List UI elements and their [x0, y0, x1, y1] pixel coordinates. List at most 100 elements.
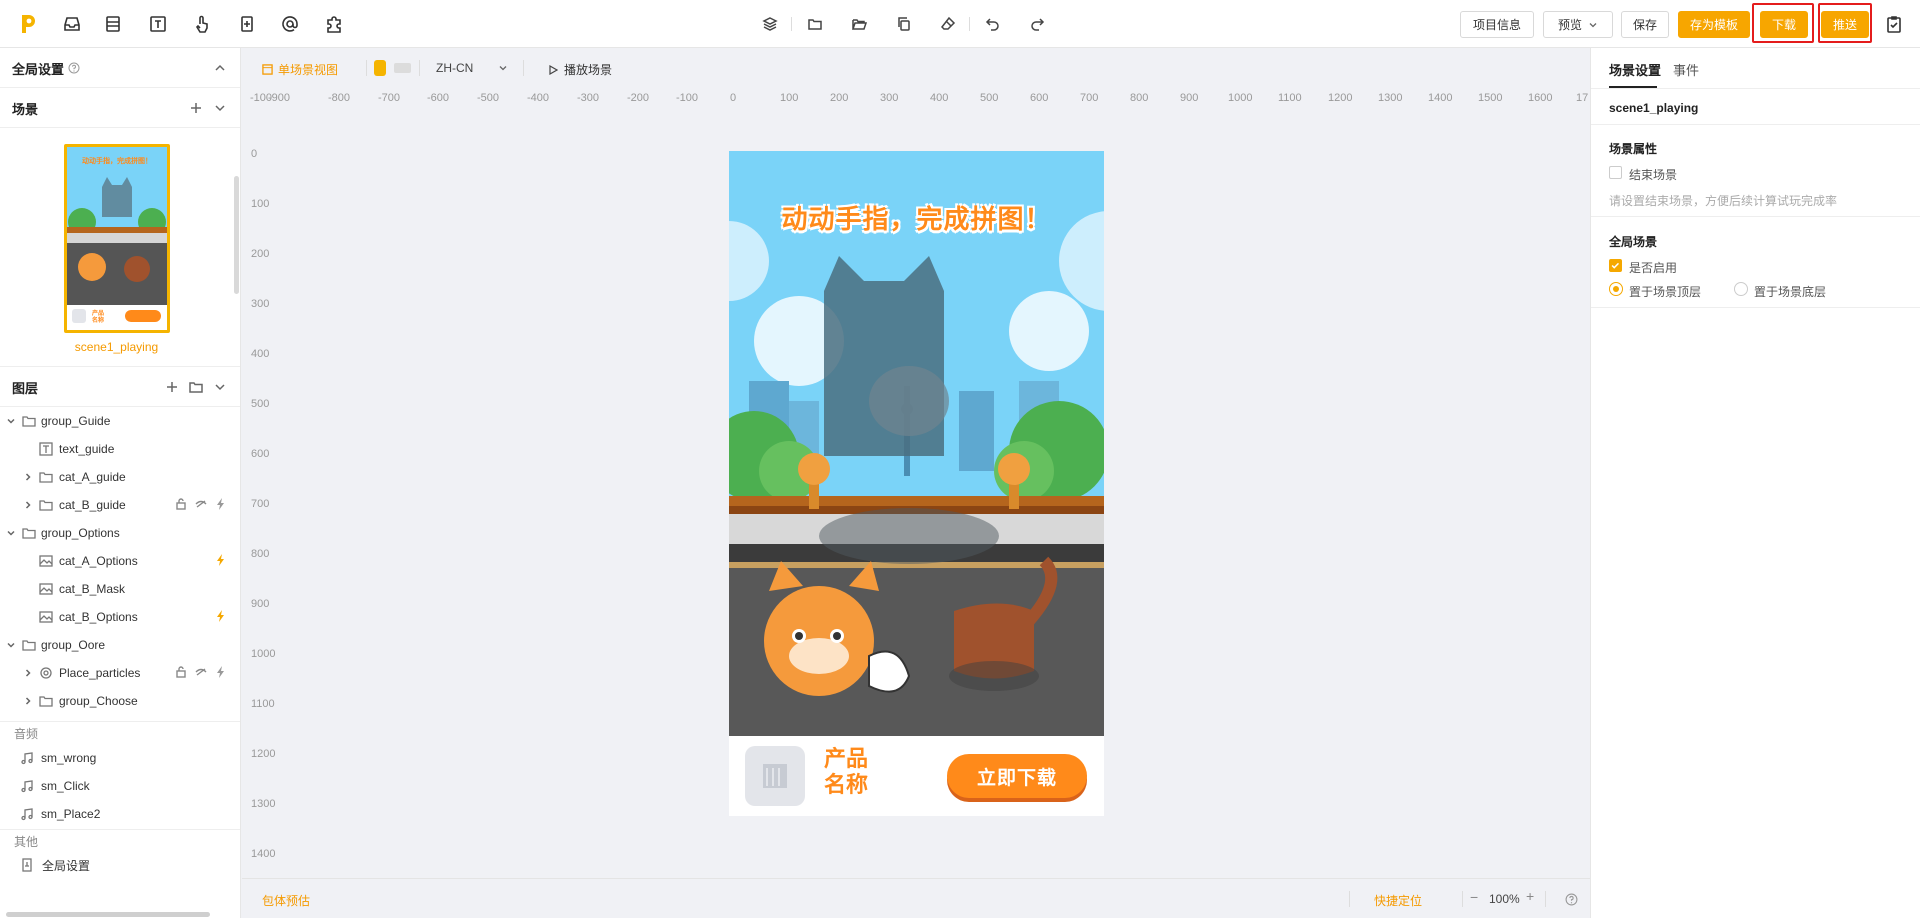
plugin-icon[interactable]: [322, 12, 346, 36]
image-icon: [39, 554, 53, 568]
play-scene-button[interactable]: 播放场景: [548, 61, 612, 78]
scrollbar[interactable]: [234, 176, 239, 294]
chevron-down-icon[interactable]: [6, 640, 16, 650]
top-layer-radio[interactable]: [1609, 282, 1623, 296]
theme-swatch-orange[interactable]: [374, 60, 386, 76]
tab-scene-settings[interactable]: 场景设置: [1609, 60, 1661, 79]
bolt-icon[interactable]: [215, 610, 227, 622]
ruler-tick-label: 900: [251, 598, 270, 610]
text-icon[interactable]: [146, 12, 170, 36]
download-button[interactable]: 下载: [1760, 11, 1808, 38]
undo-icon[interactable]: [981, 12, 1005, 36]
horizontal-scrollbar[interactable]: [6, 912, 210, 917]
lock-icon[interactable]: [175, 498, 187, 510]
bolt-icon[interactable]: [215, 666, 227, 678]
layer-row[interactable]: cat_B_guide: [0, 491, 240, 519]
help-icon[interactable]: [68, 62, 80, 74]
inbox-icon[interactable]: [60, 12, 84, 36]
bottom-layer-radio[interactable]: [1734, 282, 1748, 296]
at-icon[interactable]: [278, 12, 302, 36]
scene-thumbnail[interactable]: 动动手指，完成拼图！ 产品 名称: [64, 144, 170, 333]
ruler-tick-label: 1100: [251, 698, 275, 710]
copy-icon[interactable]: [892, 12, 916, 36]
product-icon: [745, 746, 805, 806]
chevron-down-icon[interactable]: [213, 380, 227, 394]
layout-icon[interactable]: [101, 12, 125, 36]
other-row[interactable]: 全局设置: [0, 851, 240, 879]
chevron-right-icon[interactable]: [23, 472, 33, 482]
theme-swatch-gray[interactable]: [394, 63, 411, 73]
chevron-right-icon[interactable]: [23, 696, 33, 706]
layer-row[interactable]: cat_B_Options: [0, 603, 240, 631]
svg-text:产品: 产品: [92, 309, 104, 317]
global-settings-title: 全局设置: [12, 61, 65, 77]
ruler-tick-label: 800: [1130, 92, 1149, 104]
image-icon: [39, 582, 53, 596]
layer-row[interactable]: group_Guide: [0, 407, 240, 435]
end-scene-hint: 请设置结束场景，方便后续计算试玩完成率: [1609, 194, 1838, 208]
ruler-tick-label: 700: [251, 498, 270, 510]
layer-row[interactable]: text_guide: [0, 435, 240, 463]
layer-row[interactable]: group_Oore: [0, 631, 240, 659]
ruler-tick-label: 400: [930, 92, 949, 104]
bolt-icon[interactable]: [215, 554, 227, 566]
zoom-in-button[interactable]: +: [1526, 888, 1534, 904]
chevron-down-icon[interactable]: [213, 101, 227, 115]
install-button[interactable]: 立即下载: [947, 754, 1087, 798]
layers-icon[interactable]: [758, 12, 782, 36]
divider: [969, 17, 970, 31]
layer-row[interactable]: group_Choose: [0, 687, 240, 715]
layer-row[interactable]: cat_A_guide: [0, 463, 240, 491]
add-layer-icon[interactable]: [165, 380, 179, 394]
save-template-button[interactable]: 存为模板: [1678, 11, 1750, 38]
file-add-icon[interactable]: [235, 12, 259, 36]
preview-dropdown[interactable]: 预览: [1543, 11, 1613, 38]
folder-icon[interactable]: [803, 12, 827, 36]
layer-row[interactable]: cat_A_Options: [0, 547, 240, 575]
eye-hidden-icon[interactable]: [195, 498, 207, 510]
bolt-icon[interactable]: [215, 498, 227, 510]
chevron-down-icon[interactable]: [6, 416, 16, 426]
layer-label: group_Guide: [41, 414, 111, 428]
chevron-right-icon[interactable]: [23, 500, 33, 510]
folder-add-icon[interactable]: [189, 380, 203, 394]
project-info-button[interactable]: 项目信息: [1460, 11, 1534, 38]
global-settings-header[interactable]: 全局设置: [0, 48, 240, 88]
audio-row[interactable]: sm_Place2: [0, 800, 240, 828]
enabled-checkbox[interactable]: [1609, 259, 1622, 272]
redo-icon[interactable]: [1025, 12, 1049, 36]
eraser-icon[interactable]: [936, 12, 960, 36]
chevron-up-icon[interactable]: [213, 61, 227, 75]
layer-row[interactable]: cat_B_Mask: [0, 575, 240, 603]
scene-canvas[interactable]: 动动手指，完成拼图！ 产品名称 立即下载: [729, 151, 1104, 816]
ruler-tick-label: -500: [477, 92, 500, 104]
package-estimate-link[interactable]: 包体预估: [262, 892, 310, 909]
lock-icon[interactable]: [175, 666, 187, 678]
single-view-button[interactable]: 单场景视图: [262, 61, 338, 78]
scene-name-label[interactable]: scene1_playing: [0, 340, 233, 354]
language-select[interactable]: ZH-CN: [436, 61, 516, 75]
ruler-tick-label: 1200: [1328, 92, 1353, 104]
clipboard-check-icon[interactable]: [1882, 12, 1906, 36]
audio-row[interactable]: sm_Click: [0, 772, 240, 800]
quick-locate-link[interactable]: 快捷定位: [1374, 892, 1422, 909]
chevron-down-icon[interactable]: [6, 528, 16, 538]
tab-events[interactable]: 事件: [1673, 60, 1699, 79]
chevron-right-icon[interactable]: [23, 668, 33, 678]
scenes-header: 场景: [0, 88, 240, 128]
layer-row[interactable]: Place_particles: [0, 659, 240, 687]
layer-row[interactable]: group_Options: [0, 519, 240, 547]
help-icon[interactable]: [1565, 893, 1578, 906]
ruler-tick-label: 200: [830, 92, 849, 104]
end-scene-checkbox[interactable]: [1609, 166, 1622, 179]
folder-open-icon[interactable]: [847, 12, 871, 36]
eye-hidden-icon[interactable]: [195, 666, 207, 678]
push-button[interactable]: 推送: [1821, 11, 1869, 38]
touch-icon[interactable]: [190, 12, 214, 36]
audio-row[interactable]: sm_wrong: [0, 744, 240, 772]
chevron-down-icon: [1589, 22, 1597, 27]
save-button[interactable]: 保存: [1621, 11, 1669, 38]
divider: [0, 829, 240, 830]
zoom-out-button[interactable]: −: [1470, 889, 1478, 905]
add-scene-icon[interactable]: [189, 101, 203, 115]
